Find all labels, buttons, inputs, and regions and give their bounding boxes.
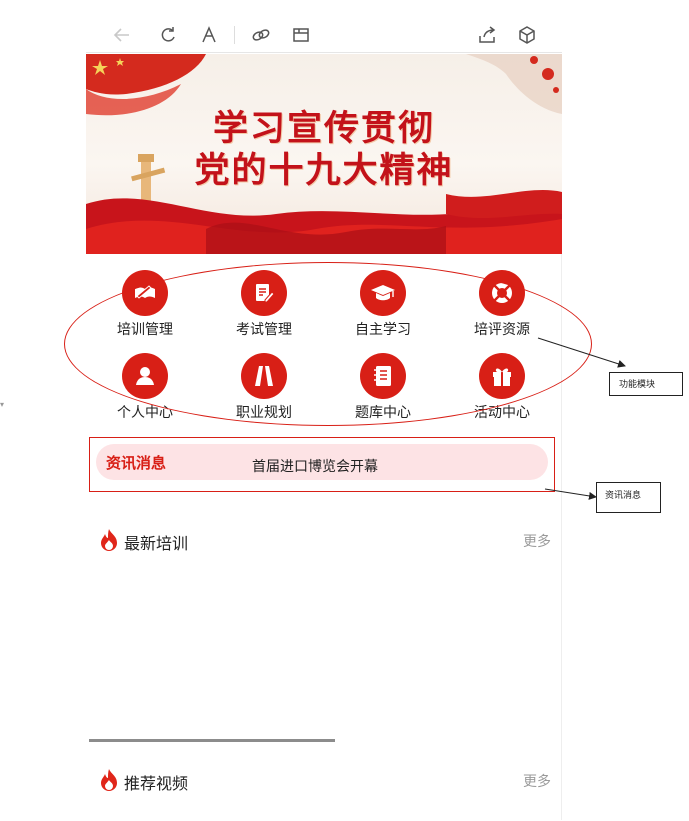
- annotation-news-text: 资讯消息: [605, 491, 642, 501]
- flame-icon: [101, 529, 117, 551]
- annotation-arrows: [537, 337, 626, 500]
- annotation-modules-text: 功能模块: [619, 380, 656, 390]
- flame-icon: [101, 769, 117, 791]
- scroll-indicator: [89, 739, 335, 742]
- section-title-training: 最新培训: [124, 534, 189, 553]
- annotation-modules: 功能模块: [609, 372, 683, 396]
- more-link-videos[interactable]: 更多: [523, 771, 551, 791]
- more-link-training[interactable]: 更多: [523, 531, 551, 551]
- section-title-videos: 推荐视频: [124, 774, 189, 793]
- annotation-news: 资讯消息: [596, 482, 661, 513]
- caret-down-icon: ▾: [0, 400, 5, 409]
